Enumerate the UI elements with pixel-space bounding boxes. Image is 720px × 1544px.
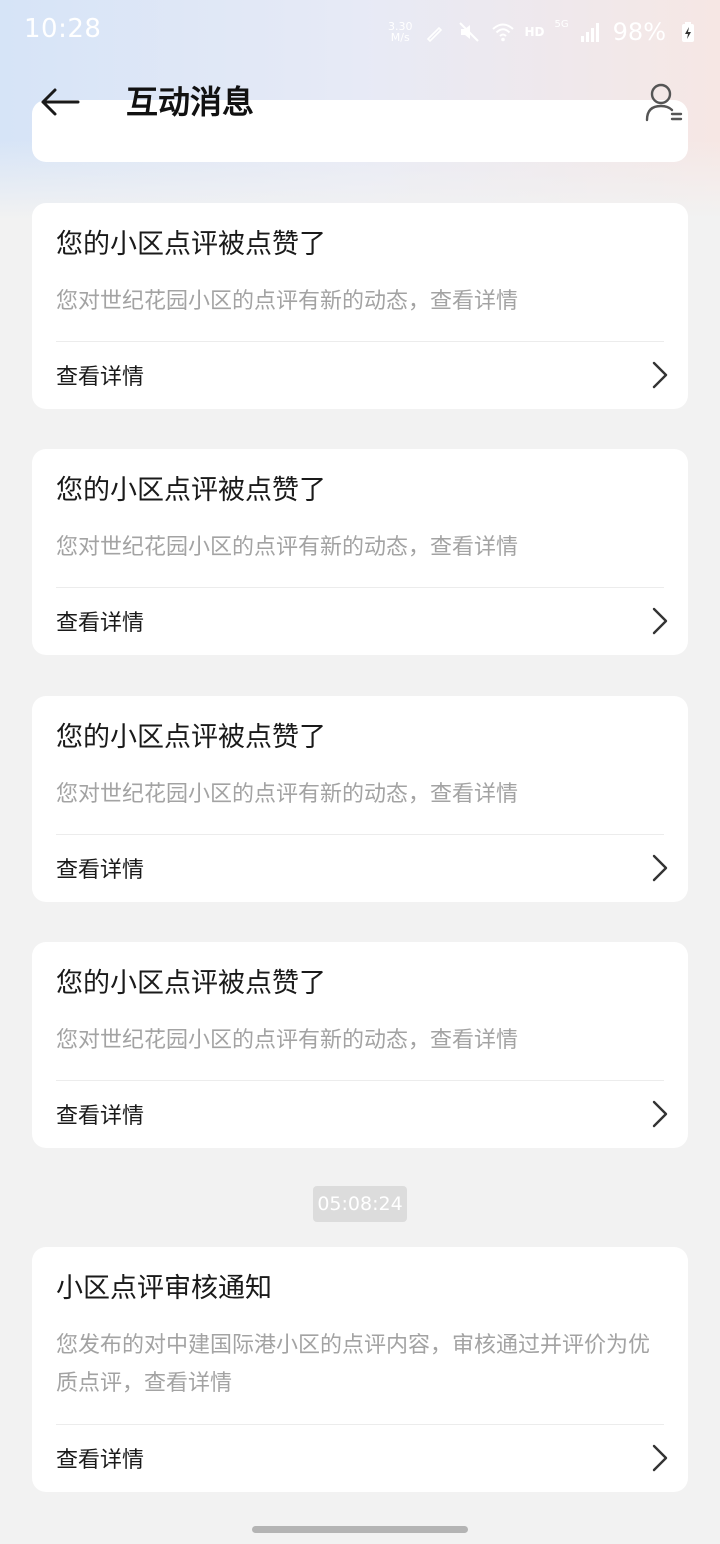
network-speed-unit: M/s [390, 31, 410, 44]
view-details-link[interactable]: 查看详情 [56, 342, 672, 408]
page-title: 互动消息 [126, 83, 255, 121]
message-title: 您的小区点评被点赞了 [56, 475, 326, 506]
audit-message-description: 您发布的对中建国际港小区的点评内容，审核通过并评价为优质点评，查看详情 [56, 1333, 651, 1396]
message-description: 您对世纪花园小区的点评有新的动态，查看详情 [56, 1028, 519, 1053]
battery-percent: 98% [612, 18, 666, 46]
arrow-left-icon [41, 88, 80, 116]
back-button[interactable] [36, 78, 84, 126]
message-title: 您的小区点评被点赞了 [56, 229, 326, 260]
chevron-right-icon [648, 605, 672, 637]
network-speed: 3.30 M/s [388, 21, 413, 43]
status-time: 10:28 [24, 14, 102, 44]
message-title: 您的小区点评被点赞了 [56, 722, 326, 753]
message-card[interactable]: 您的小区点评被点赞了 您对世纪花园小区的点评有新的动态，查看详情 查看详情 [32, 203, 688, 409]
chevron-right-icon [648, 1098, 672, 1130]
view-details-link[interactable]: 查看详情 [56, 1081, 672, 1147]
view-details-label: 查看详情 [56, 1448, 145, 1473]
chevron-right-icon [648, 359, 672, 391]
mute-icon [457, 20, 481, 44]
message-list: 您的小区点评被点赞了 您对世纪花园小区的点评有新的动态，查看详情 查看详情 您的… [0, 0, 720, 1544]
view-details-label: 查看详情 [56, 1104, 145, 1129]
hd-label: HD [524, 25, 545, 39]
home-indicator[interactable] [252, 1526, 468, 1533]
view-details-label: 查看详情 [56, 365, 145, 390]
battery-charging-icon [676, 20, 700, 44]
message-description: 您对世纪花园小区的点评有新的动态，查看详情 [56, 782, 519, 807]
timestamp-chip: 05:08:24 [313, 1186, 407, 1222]
view-details-link[interactable]: 查看详情 [56, 588, 672, 654]
message-card[interactable]: 您的小区点评被点赞了 您对世纪花园小区的点评有新的动态，查看详情 查看详情 [32, 449, 688, 655]
message-card[interactable]: 您的小区点评被点赞了 您对世纪花园小区的点评有新的动态，查看详情 查看详情 [32, 942, 688, 1148]
view-details-link[interactable]: 查看详情 [56, 1425, 672, 1491]
wifi-icon [491, 20, 515, 44]
view-details-label: 查看详情 [56, 611, 145, 636]
audit-message-title: 小区点评审核通知 [56, 1273, 272, 1304]
pencil-icon [423, 20, 447, 44]
signal-icon [579, 20, 603, 44]
chevron-right-icon [648, 852, 672, 884]
profile-button[interactable] [642, 78, 686, 126]
view-details-link[interactable]: 查看详情 [56, 835, 672, 901]
chevron-right-icon [648, 1442, 672, 1474]
status-bar: 10:28 3.30 M/s HD 5G 98% [0, 0, 720, 64]
status-icons: 3.30 M/s HD 5G 98% [388, 16, 700, 48]
message-description: 您对世纪花园小区的点评有新的动态，查看详情 [56, 535, 519, 560]
app-header: 互动消息 [0, 64, 720, 140]
audit-message-card[interactable]: 小区点评审核通知 您发布的对中建国际港小区的点评内容，审核通过并评价为优质点评，… [32, 1247, 688, 1492]
message-title: 您的小区点评被点赞了 [56, 968, 326, 999]
message-description: 您对世纪花园小区的点评有新的动态，查看详情 [56, 289, 519, 314]
view-details-label: 查看详情 [56, 858, 145, 883]
message-card[interactable]: 您的小区点评被点赞了 您对世纪花园小区的点评有新的动态，查看详情 查看详情 [32, 696, 688, 902]
user-list-icon [645, 83, 683, 122]
signal-label: 5G [554, 18, 569, 30]
